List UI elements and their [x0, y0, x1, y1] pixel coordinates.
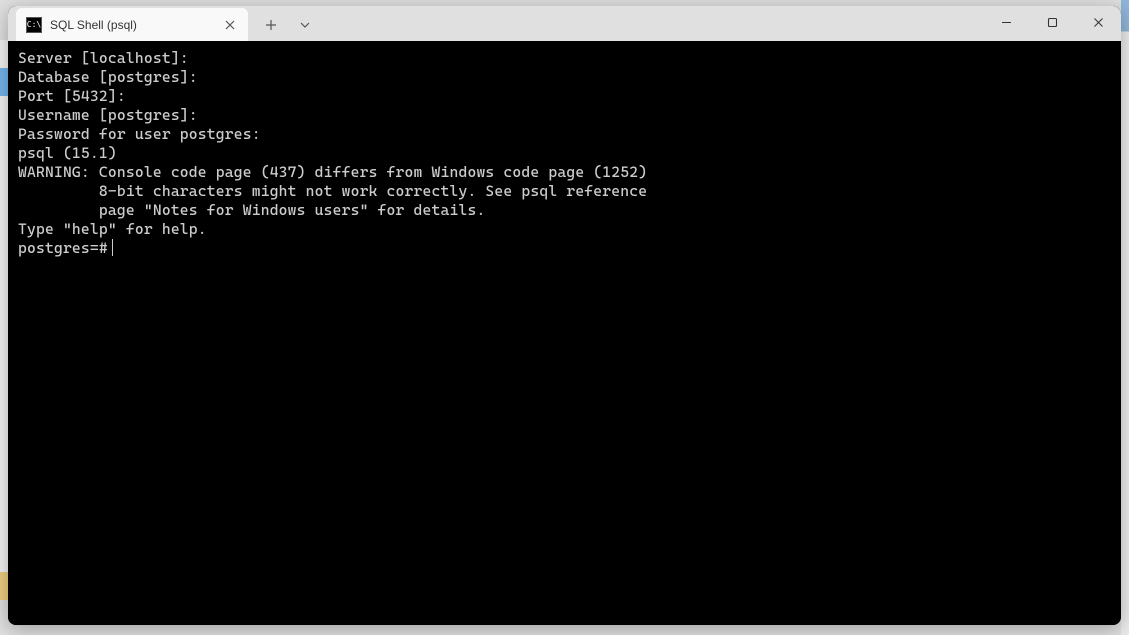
cmd-icon: C:\	[26, 17, 42, 33]
tab-actions	[258, 8, 318, 41]
minimize-icon	[1001, 17, 1012, 28]
terminal-line: 8-bit characters might not work correctl…	[18, 182, 1111, 201]
terminal-line: Type "help" for help.	[18, 220, 1111, 239]
tab-title: SQL Shell (psql)	[50, 18, 214, 32]
close-icon	[225, 20, 235, 30]
plus-icon	[265, 19, 277, 31]
terminal-line: Port [5432]:	[18, 87, 1111, 106]
window-controls	[983, 6, 1121, 38]
close-icon	[1093, 17, 1104, 28]
terminal-line: Database [postgres]:	[18, 68, 1111, 87]
new-tab-button[interactable]	[258, 12, 284, 38]
terminal-line: Password for user postgres:	[18, 125, 1111, 144]
maximize-icon	[1047, 17, 1058, 28]
background-desktop-left	[0, 40, 8, 600]
terminal-window: C:\ SQL Shell (psql)	[8, 6, 1121, 625]
chevron-down-icon	[300, 22, 310, 28]
minimize-button[interactable]	[983, 6, 1029, 38]
tab-active[interactable]: C:\ SQL Shell (psql)	[16, 8, 248, 41]
terminal-cursor	[112, 239, 114, 256]
terminal-line: Server [localhost]:	[18, 49, 1111, 68]
background-desktop-right	[1121, 0, 1129, 635]
window-close-button[interactable]	[1075, 6, 1121, 38]
titlebar[interactable]: C:\ SQL Shell (psql)	[8, 6, 1121, 41]
terminal-line: psql (15.1)	[18, 144, 1111, 163]
maximize-button[interactable]	[1029, 6, 1075, 38]
terminal-body[interactable]: Server [localhost]:Database [postgres]:P…	[8, 41, 1121, 625]
tab-dropdown-button[interactable]	[292, 12, 318, 38]
terminal-line: page "Notes for Windows users" for detai…	[18, 201, 1111, 220]
tab-close-button[interactable]	[222, 17, 238, 33]
terminal-line: WARNING: Console code page (437) differs…	[18, 163, 1111, 182]
terminal-prompt-line: postgres=#	[18, 239, 1111, 258]
terminal-prompt: postgres=#	[18, 239, 108, 258]
terminal-line: Username [postgres]:	[18, 106, 1111, 125]
